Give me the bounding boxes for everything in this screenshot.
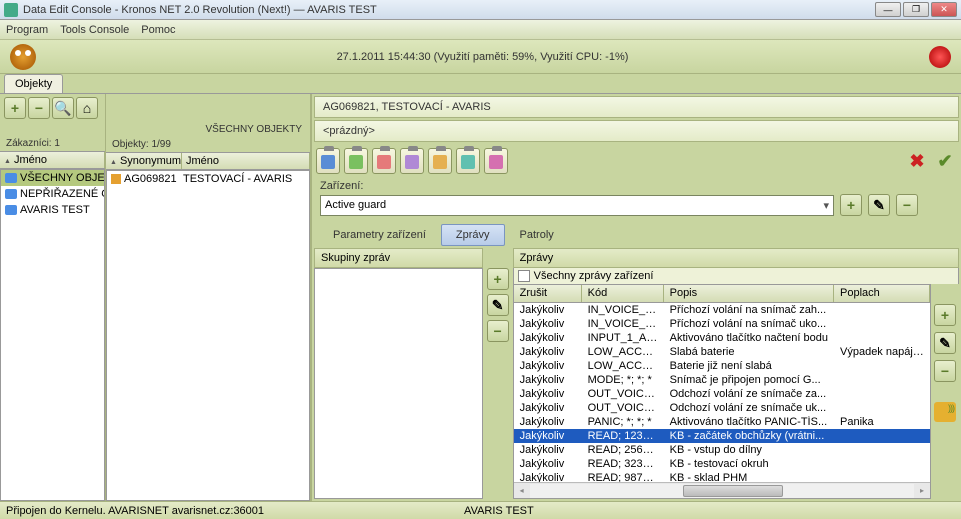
- menubar: Program Tools Console Pomoc: [0, 20, 961, 40]
- menu-program[interactable]: Program: [6, 24, 48, 36]
- tab-params[interactable]: Parametry zařízení: [318, 224, 441, 246]
- group-remove-button[interactable]: −: [487, 320, 509, 342]
- table-row[interactable]: JakýkolivREAD; 25644...KB - vstup do díl…: [514, 443, 930, 457]
- toolbar-icons: ✖ ✔: [314, 144, 959, 178]
- tree-row[interactable]: VŠECHNY OBJEKTY: [1, 170, 104, 186]
- tab-objekty[interactable]: Objekty: [4, 74, 63, 93]
- table-row[interactable]: JakýkolivLOW_ACC_O...Baterie již není sl…: [514, 359, 930, 373]
- customers-panel: + − 🔍 ⌂ Zákazníci: 1 Jméno VŠECHNY OBJEK…: [0, 94, 106, 501]
- table-row[interactable]: JakýkolivPANIC; *; *; *Aktivováno tlačít…: [514, 415, 930, 429]
- alert-indicator-icon[interactable]: [929, 46, 951, 68]
- building-icon: [111, 174, 121, 184]
- objects-list[interactable]: AG069821TESTOVACÍ - AVARIS: [106, 170, 310, 501]
- confirm-icon[interactable]: ✔: [933, 149, 957, 173]
- menu-tools[interactable]: Tools Console: [60, 24, 129, 36]
- topbar: 27.1.2011 15:44:30 (Využití paměti: 59%,…: [0, 40, 961, 74]
- cancel-icon[interactable]: ✖: [905, 149, 929, 173]
- people-icon: [5, 189, 17, 199]
- maximize-button[interactable]: ❐: [903, 2, 929, 17]
- device-edit-button[interactable]: ✎: [868, 194, 890, 216]
- tab-patroly[interactable]: Patroly: [505, 224, 569, 246]
- all-messages-checkbox[interactable]: [518, 270, 530, 282]
- groups-panel: Skupiny zpráv: [314, 248, 483, 499]
- close-button[interactable]: ✕: [931, 2, 957, 17]
- clipboard-icon-1[interactable]: [316, 148, 340, 174]
- customers-tree[interactable]: VŠECHNY OBJEKTYNEPŘIŘAZENÉ OB...AVARIS T…: [0, 169, 105, 501]
- status-info: 27.1.2011 15:44:30 (Využití paměti: 59%,…: [36, 51, 929, 63]
- col-popis[interactable]: Popis: [664, 285, 834, 302]
- left-column: + − 🔍 ⌂ Zákazníci: 1 Jméno VŠECHNY OBJEK…: [0, 94, 312, 501]
- clipboard-icon-4[interactable]: [400, 148, 424, 174]
- col-zrusit[interactable]: Zrušit: [514, 285, 582, 302]
- remove-button[interactable]: −: [28, 97, 50, 119]
- col-kod[interactable]: Kód: [582, 285, 664, 302]
- messages-grid[interactable]: Zrušit Kód Popis Poplach JakýkolivIN_VOI…: [513, 284, 931, 499]
- status-connection: Připojen do Kernelu. AVARISNET avarisnet…: [6, 505, 264, 517]
- groups-header: Skupiny zpráv: [314, 248, 483, 268]
- table-row[interactable]: JakýkolivREAD; 12345...KB - začátek obch…: [514, 429, 930, 443]
- device-add-button[interactable]: +: [840, 194, 862, 216]
- messages-panel: Zprávy Všechny zprávy zařízení Zrušit Kó…: [513, 248, 959, 499]
- groups-body[interactable]: [314, 268, 483, 499]
- msg-add-button[interactable]: +: [934, 304, 956, 326]
- all-messages-label: Všechny zprávy zařízení: [534, 270, 654, 282]
- right-column: AG069821, TESTOVACÍ - AVARIS <prázdný> ✖…: [312, 94, 961, 501]
- clipboard-icon-6[interactable]: [456, 148, 480, 174]
- minimize-button[interactable]: —: [875, 2, 901, 17]
- device-remove-button[interactable]: −: [896, 194, 918, 216]
- col-name2: Jméno: [182, 153, 310, 169]
- table-row[interactable]: JakýkolivINPUT_1_AR...Aktivováno tlačítk…: [514, 331, 930, 345]
- all-objects-label: VŠECHNY OBJEKTY: [106, 122, 310, 137]
- object-subheader: <prázdný>: [314, 120, 959, 142]
- device-label: Zařízení:: [320, 180, 953, 192]
- clipboard-icon-7[interactable]: [484, 148, 508, 174]
- tab-zpravy[interactable]: Zprávy: [441, 224, 505, 246]
- tree-row[interactable]: NEPŘIŘAZENÉ OB...: [1, 186, 104, 202]
- group-edit-button[interactable]: ✎: [487, 294, 509, 316]
- owl-icon: [10, 44, 36, 70]
- customers-count: Zákazníci: 1: [0, 136, 105, 151]
- objects-count: Objekty: 1/99: [106, 137, 310, 152]
- home-button[interactable]: ⌂: [76, 97, 98, 119]
- window-title: Data Edit Console - Kronos NET 2.0 Revol…: [23, 4, 875, 16]
- table-row[interactable]: JakýkolivIN_VOICE_C...Příchozí volání na…: [514, 317, 930, 331]
- msg-remove-button[interactable]: −: [934, 360, 956, 382]
- table-row[interactable]: JakýkolivIN_VOICE_C...Příchozí volání na…: [514, 303, 930, 317]
- tree-row[interactable]: AVARIS TEST: [1, 202, 104, 218]
- table-row[interactable]: JakýkolivREAD; 98765...KB - sklad PHM: [514, 471, 930, 482]
- table-row[interactable]: JakýkolivMODE; *; *; *Snímač je připojen…: [514, 373, 930, 387]
- horizontal-scrollbar[interactable]: [514, 482, 930, 498]
- clipboard-icon-2[interactable]: [344, 148, 368, 174]
- objects-panel: VŠECHNY OBJEKTY Objekty: 1/99 Synonymum …: [106, 94, 310, 501]
- msg-edit-button[interactable]: ✎: [934, 332, 956, 354]
- clipboard-icon-3[interactable]: [372, 148, 396, 174]
- statusbar: Připojen do Kernelu. AVARISNET avarisnet…: [0, 501, 961, 519]
- menu-pomoc[interactable]: Pomoc: [141, 24, 175, 36]
- col-synonym: Synonymum: [106, 153, 182, 169]
- table-row[interactable]: JakýkolivLOW_ACC_O...Slabá baterieVýpade…: [514, 345, 930, 359]
- speaker-icon[interactable]: [934, 402, 956, 422]
- main-area: + − 🔍 ⌂ Zákazníci: 1 Jméno VŠECHNY OBJEK…: [0, 94, 961, 501]
- device-select[interactable]: Active guard: [320, 195, 834, 216]
- status-context: AVARIS TEST: [464, 505, 534, 517]
- messages-header: Zprávy: [513, 248, 959, 268]
- app-icon: [4, 3, 18, 17]
- search-button[interactable]: 🔍: [52, 97, 74, 119]
- people-icon: [5, 205, 17, 215]
- people-icon: [5, 173, 17, 183]
- add-button[interactable]: +: [4, 97, 26, 119]
- object-header: AG069821, TESTOVACÍ - AVARIS: [314, 96, 959, 118]
- table-row[interactable]: JakýkolivOUT_VOICE...Odchozí volání ze s…: [514, 401, 930, 415]
- clipboard-icon-5[interactable]: [428, 148, 452, 174]
- group-add-button[interactable]: +: [487, 268, 509, 290]
- table-row[interactable]: JakýkolivREAD; 32323...KB - testovací ok…: [514, 457, 930, 471]
- titlebar: Data Edit Console - Kronos NET 2.0 Revol…: [0, 0, 961, 20]
- list-row[interactable]: AG069821TESTOVACÍ - AVARIS: [107, 171, 309, 187]
- tab-strip: Objekty: [0, 74, 961, 94]
- col-poplach[interactable]: Poplach: [834, 285, 930, 302]
- col-name: Jméno: [0, 152, 105, 168]
- table-row[interactable]: JakýkolivOUT_VOICE...Odchozí volání ze s…: [514, 387, 930, 401]
